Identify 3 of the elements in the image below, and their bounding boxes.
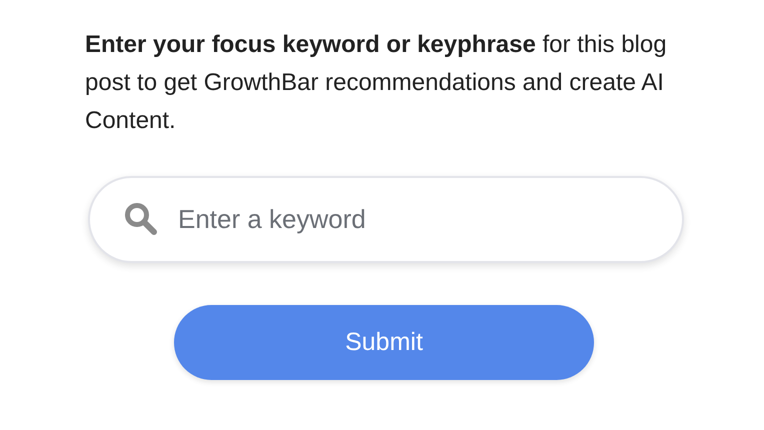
submit-button[interactable]: Submit [174,305,594,380]
intro-text: Enter your focus keyword or keyphrase for this blog post to get GrowthBar recommendations and create AI Content. [85,30,668,136]
search-field[interactable]: Enter a keyword [88,176,684,263]
